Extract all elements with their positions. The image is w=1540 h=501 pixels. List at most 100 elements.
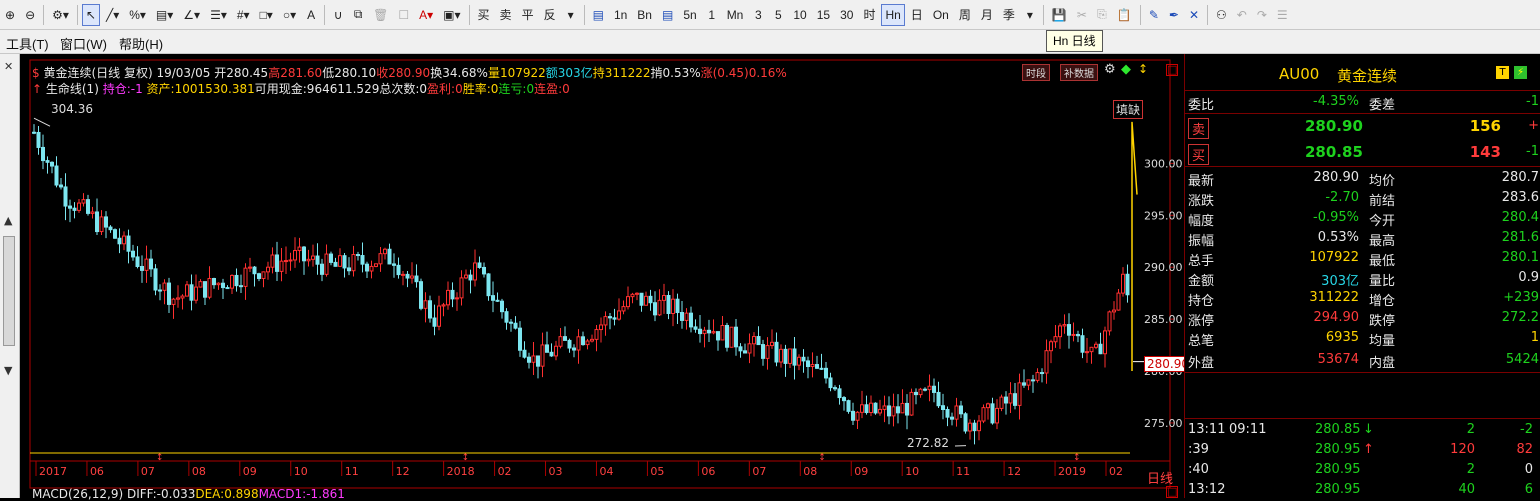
candle-body (118, 238, 121, 244)
sell-volume: 156 (1470, 117, 1501, 135)
candle-body (735, 327, 738, 347)
period-5-button[interactable]: 5 (769, 4, 787, 26)
x-tick-label: 07 (752, 465, 766, 478)
header-turnover: 换34.68% (430, 66, 488, 80)
diamond-icon[interactable]: ◆ (1121, 62, 1131, 77)
period-hour-button[interactable]: 时 (859, 4, 879, 26)
quote-label: 跌停 (1369, 310, 1395, 329)
period-on-button[interactable]: On (929, 4, 953, 26)
paste-icon[interactable]: 📋 (1113, 4, 1136, 26)
period-bn-button[interactable]: Bn (633, 4, 656, 26)
period-week-button[interactable]: 周 (955, 4, 975, 26)
lines-tool-icon[interactable]: ☰▾ (206, 4, 231, 26)
period-chart-icon[interactable]: ▤ (658, 4, 677, 26)
y-tick-label: 295.00 (1144, 209, 1183, 222)
candle-body (636, 293, 639, 294)
period-1-button[interactable]: 1 (703, 4, 721, 26)
period-3-button[interactable]: 3 (749, 4, 767, 26)
period-dropdown-icon[interactable]: ▾ (1021, 4, 1039, 26)
period-mn-button[interactable]: Mn (723, 4, 748, 26)
scroll-down-icon[interactable]: ▼ (4, 364, 12, 377)
pin-icon[interactable]: ↕ (1138, 62, 1148, 76)
box-icon[interactable]: ☐ (394, 4, 413, 26)
x-tick-label: 05 (650, 465, 664, 478)
period-day-button[interactable]: 日 (907, 4, 927, 26)
pen-icon[interactable]: ✎ (1145, 4, 1163, 26)
pen-magic-icon[interactable]: ✒ (1165, 4, 1183, 26)
candle-body (415, 276, 418, 282)
circle-tool-icon[interactable]: ○▾ (279, 4, 300, 26)
trade-close-button[interactable]: 平 (518, 4, 538, 26)
period-1n-button[interactable]: 1n (610, 4, 631, 26)
period-season-button[interactable]: 季 (999, 4, 1019, 26)
font-color-icon[interactable]: A▾ (415, 4, 437, 26)
line-tool-icon[interactable]: ╱▾ (102, 4, 123, 26)
candle-body (33, 132, 36, 133)
period-10-button[interactable]: 10 (789, 4, 810, 26)
fill-gap-label[interactable]: 填缺 (1113, 100, 1143, 119)
scroll-thumb[interactable] (3, 236, 15, 346)
lightning-icon[interactable]: ⚡ (1514, 66, 1527, 79)
candle-body (739, 347, 742, 351)
supplement-data-button[interactable]: 补数据 (1060, 64, 1098, 81)
candle-body (919, 389, 922, 394)
candle-body (496, 300, 499, 301)
menu-tools[interactable]: 工具(T) (6, 34, 49, 53)
grid-tool-icon[interactable]: ▤▾ (152, 4, 177, 26)
candle-body (280, 261, 283, 271)
binoculars-icon[interactable]: ⚇ (1212, 4, 1231, 26)
kline-chart-area[interactable]: 275.00280.00285.00290.00295.00300.002017… (20, 54, 1184, 498)
gear-icon[interactable]: ⚙▾ (48, 4, 73, 26)
menu-help[interactable]: 帮助(H) (119, 34, 163, 53)
period-5n-button[interactable]: 5n (679, 4, 700, 26)
percent-tool-icon[interactable]: %▾ (125, 4, 150, 26)
magnet-icon[interactable]: ∪ (329, 4, 347, 26)
delete-icon[interactable]: 🗑 (369, 4, 392, 26)
kline-chart[interactable]: 275.00280.00285.00290.00295.00300.002017… (20, 54, 1184, 498)
cut-icon[interactable]: ✂ (1073, 4, 1091, 26)
candle-body (820, 368, 823, 369)
period-30-button[interactable]: 30 (836, 4, 857, 26)
menu-window[interactable]: 窗口(W) (60, 34, 107, 53)
candle-body (226, 288, 229, 289)
candle-body (87, 200, 90, 214)
maximize-chart-icon[interactable]: □ (1166, 64, 1178, 76)
pointer-tool-icon[interactable]: ↖ (82, 4, 100, 26)
tick-chart-icon[interactable]: ▤ (589, 4, 608, 26)
scroll-up-icon[interactable]: ▲ (4, 214, 12, 227)
undo-icon[interactable]: ↶ (1233, 4, 1251, 26)
quote-row: 涨停294.90跌停272.2 (1185, 308, 1540, 328)
text-tool-icon[interactable]: A (302, 4, 320, 26)
maximize-macd-icon[interactable]: □ (1166, 486, 1178, 498)
angle-tool-icon[interactable]: ∠▾ (179, 4, 204, 26)
redo-icon[interactable]: ↷ (1253, 4, 1271, 26)
candle-body (784, 349, 787, 363)
period-segment-button[interactable]: 时段 (1022, 64, 1050, 81)
collapse-left-icon[interactable]: ✕ (4, 60, 13, 73)
copy-drawing-icon[interactable]: ⧉ (349, 4, 367, 26)
trade-dropdown-icon[interactable]: ▾ (562, 4, 580, 26)
quote-label: 持仓 (1188, 290, 1214, 309)
zoom-in-icon[interactable]: ⊕ (1, 4, 19, 26)
save-icon[interactable]: 💾 (1048, 4, 1071, 26)
chart-settings-icon[interactable]: ⚙ (1104, 62, 1116, 77)
zoom-out-icon[interactable]: ⊖ (21, 4, 39, 26)
quote-value: 303亿 (1321, 270, 1359, 289)
candle-body (1009, 394, 1012, 403)
copy-icon[interactable]: ⎘ (1093, 4, 1111, 26)
period-month-button[interactable]: 月 (977, 4, 997, 26)
period-hn-button[interactable]: Hn (881, 4, 904, 26)
rect-tool-icon[interactable]: □▾ (256, 4, 277, 26)
candle-body (708, 330, 711, 333)
buy-mark: -1 (1526, 144, 1539, 159)
period-15-button[interactable]: 15 (813, 4, 834, 26)
trade-buy-button[interactable]: 买 (474, 4, 494, 26)
trade-reverse-button[interactable]: 反 (540, 4, 560, 26)
save-template-icon[interactable]: ▣▾ (439, 4, 464, 26)
trade-sell-button[interactable]: 卖 (496, 4, 516, 26)
candle-body (483, 267, 486, 273)
pen-erase-icon[interactable]: ✕ (1185, 4, 1203, 26)
hash-tool-icon[interactable]: #▾ (233, 4, 254, 26)
list-icon[interactable]: ☰ (1273, 4, 1292, 26)
trade-badge[interactable]: T (1496, 66, 1509, 79)
